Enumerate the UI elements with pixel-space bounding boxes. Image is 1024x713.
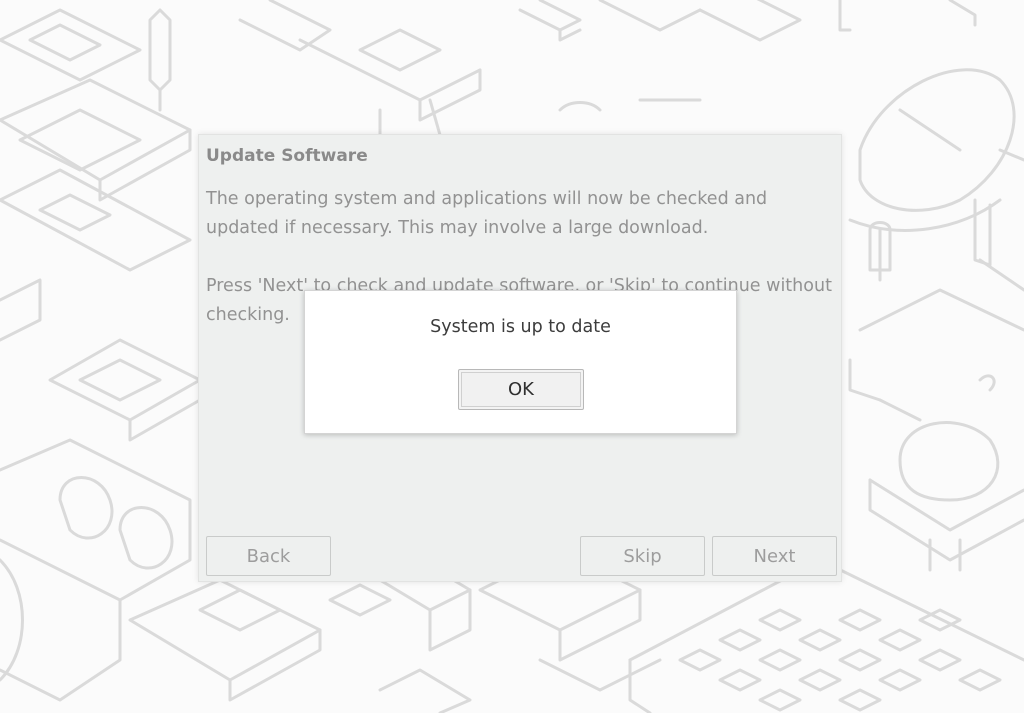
wizard-paragraph-1: The operating system and applications wi…: [206, 189, 768, 238]
dialog-message: System is up to date: [430, 317, 611, 337]
skip-button[interactable]: Skip: [580, 536, 705, 576]
message-dialog: System is up to date OK: [304, 290, 737, 434]
next-button[interactable]: Next: [712, 536, 837, 576]
ok-button-label: OK: [461, 372, 581, 407]
wizard-title: Update Software: [206, 146, 368, 166]
ok-button[interactable]: OK: [458, 369, 584, 410]
back-button[interactable]: Back: [206, 536, 331, 576]
